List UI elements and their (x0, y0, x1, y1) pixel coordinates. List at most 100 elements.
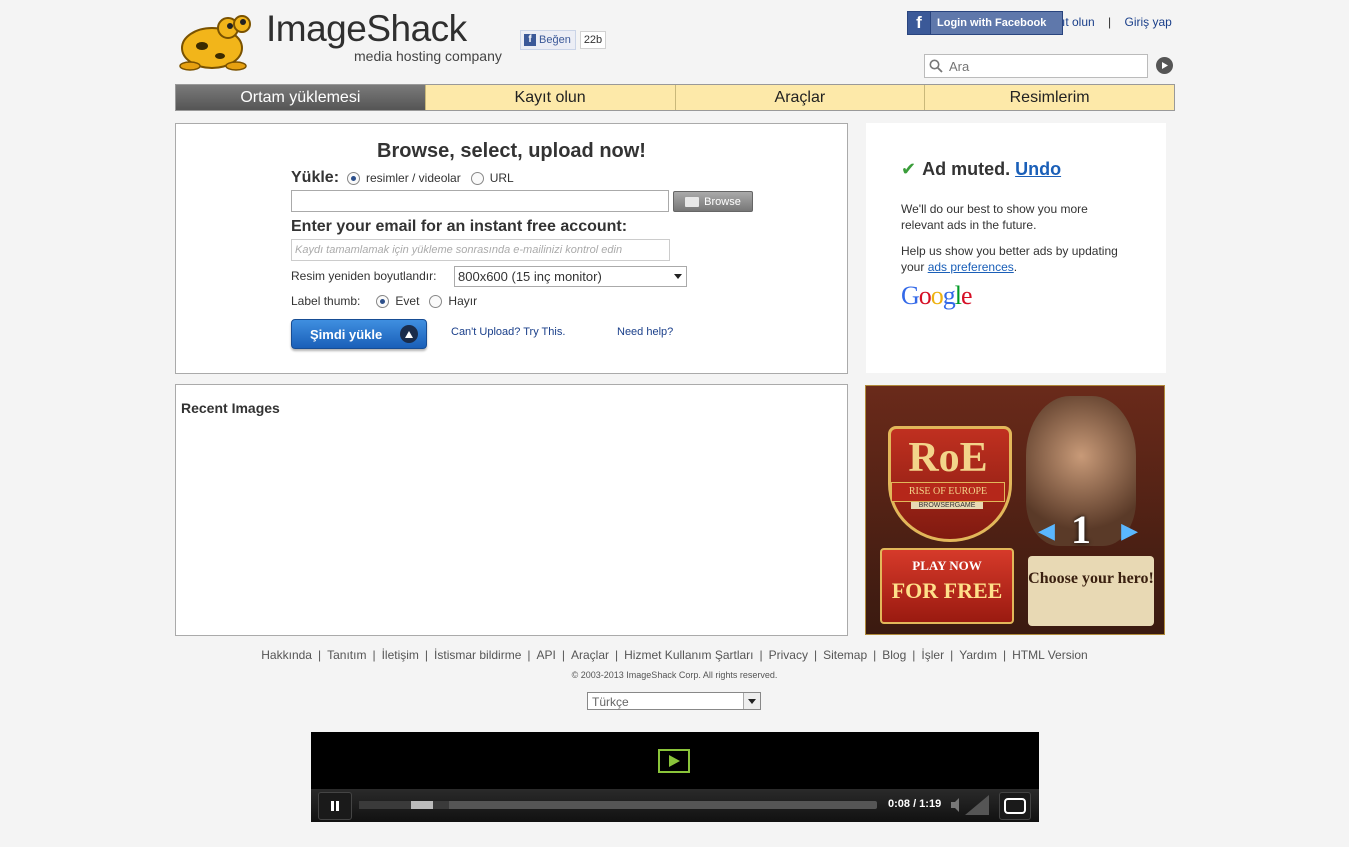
footer-link[interactable]: İstismar bildirme (434, 648, 521, 662)
footer-link[interactable]: Hakkında (261, 648, 312, 662)
radio-thumb-yes[interactable] (376, 294, 390, 308)
register-link[interactable]: ıt olun (1062, 15, 1095, 29)
ad-muted-title: Ad muted. (922, 159, 1011, 179)
player-controls: 0:08 / 1:19 (311, 789, 1039, 822)
progress-handle[interactable] (411, 801, 433, 809)
language-select-value: Türkçe (592, 695, 629, 709)
facebook-icon: f (524, 34, 536, 46)
footer-separator: | (1003, 648, 1007, 662)
facebook-login-label: Login with Facebook (937, 17, 1047, 29)
for-free-label: FOR FREE (891, 578, 1003, 603)
copyright: © 2003-2013 ImageShack Corp. All rights … (571, 670, 778, 680)
pause-button[interactable] (318, 792, 352, 820)
search-icon (925, 55, 947, 77)
footer-separator: | (813, 648, 818, 662)
upload-now-button[interactable]: Şimdi yükle (291, 319, 427, 349)
tab-media-upload[interactable]: Ortam yüklemesi (176, 85, 425, 110)
progress-buffer (359, 801, 449, 809)
video-player[interactable]: 0:08 / 1:19 (311, 732, 1039, 822)
big-play-button[interactable] (658, 749, 690, 773)
footer-separator: | (873, 648, 877, 662)
game-banner-ad[interactable]: RoE RISE OF EUROPE BROWSERGAME ◀ ▶ 1 PLAY… (865, 385, 1165, 635)
footer-link[interactable]: Sitemap (823, 648, 867, 662)
label-thumb-label: Label thumb: (291, 294, 361, 308)
upload-title: Browse, select, upload now! (377, 140, 646, 162)
search-box (924, 54, 1148, 78)
file-path-input[interactable] (291, 190, 669, 212)
footer-link[interactable]: Hizmet Kullanım Şartları (624, 648, 753, 662)
progress-track[interactable] (359, 801, 877, 809)
ad-muted-panel: ✔ Ad muted. Undo We'll do our best to sh… (866, 123, 1166, 373)
chevron-down-icon (743, 693, 760, 709)
footer-separator: | (372, 648, 376, 662)
link-separator: | (1108, 15, 1112, 29)
search-input[interactable] (947, 57, 1141, 75)
arrow-left-icon: ◀ (1038, 518, 1055, 543)
choose-hero-label: Choose your hero! (1028, 570, 1154, 587)
login-link[interactable]: Giriş yap (1125, 15, 1172, 29)
hero-number: 1 (1071, 507, 1091, 552)
need-help-link[interactable]: Need help? (617, 326, 673, 338)
upload-type-label: Yükle: (291, 169, 340, 186)
recent-images-panel: Recent Images (175, 384, 848, 636)
footer-link[interactable]: İletişim (382, 648, 419, 662)
browsergame-label: BROWSERGAME (911, 502, 983, 509)
cant-upload-link[interactable]: Can't Upload? Try This. (451, 326, 565, 338)
facebook-login-button[interactable]: f Login with Facebook (907, 11, 1063, 35)
frog-logo-icon (179, 15, 251, 71)
browse-button[interactable]: Browse (673, 191, 753, 212)
fullscreen-icon (1004, 798, 1026, 814)
facebook-like-button[interactable]: f Beğen (520, 30, 576, 50)
footer-link[interactable]: İşler (921, 648, 944, 662)
undo-link[interactable]: Undo (1015, 159, 1061, 180)
fullscreen-button[interactable] (999, 792, 1031, 820)
radio-url-label: URL (489, 171, 514, 185)
google-logo: Google (901, 281, 973, 310)
footer-link[interactable]: Privacy (769, 648, 808, 662)
tab-my-images[interactable]: Resimlerim (924, 85, 1174, 110)
radio-thumb-no-label: Hayır (448, 294, 478, 308)
footer-link[interactable]: Tanıtım (327, 648, 366, 662)
footer-link[interactable]: Blog (882, 648, 906, 662)
search-submit-button[interactable] (1156, 57, 1173, 74)
tab-tools[interactable]: Araçlar (674, 85, 925, 110)
radio-thumb-no[interactable] (429, 294, 443, 308)
play-now-label: PLAY NOW (912, 558, 982, 573)
upload-panel: Browse, select, upload now! Yükle: resim… (175, 123, 848, 374)
radio-media[interactable] (347, 171, 361, 185)
footer-separator: | (527, 648, 531, 662)
tab-register[interactable]: Kayıt olun (424, 85, 675, 110)
email-input[interactable]: Kaydı tamamlamak için yükleme sonrasında… (291, 239, 670, 261)
choose-hero-box: Choose your hero! (1028, 556, 1154, 626)
footer-link[interactable]: HTML Version (1012, 648, 1088, 662)
facebook-icon: f (908, 12, 931, 34)
footer-link[interactable]: API (537, 648, 556, 662)
ad-muted-heading: ✔ Ad muted. Undo (901, 159, 1061, 180)
ads-preferences-link[interactable]: ads preferences (928, 260, 1014, 274)
play-now-button[interactable]: PLAY NOW FOR FREE (880, 548, 1014, 624)
facebook-like-widget[interactable]: f Beğen 22b (520, 30, 607, 50)
radio-url[interactable] (470, 171, 484, 185)
imageshack-logo[interactable]: ImageShack media hosting company (176, 6, 516, 76)
footer-separator: | (912, 648, 916, 662)
resize-select[interactable]: 800x600 (15 inç monitor) (454, 266, 687, 287)
logo-text: ImageShack (266, 8, 467, 49)
ad-preferences-suffix: . (1013, 260, 1018, 274)
footer-link[interactable]: Araçlar (571, 648, 609, 662)
resize-select-value: 800x600 (15 inç monitor) (458, 269, 602, 284)
volume-icon[interactable] (951, 795, 991, 815)
logo-subtitle: media hosting company (354, 48, 502, 64)
arrow-right-icon (1162, 62, 1168, 69)
language-select[interactable]: Türkçe (587, 692, 761, 710)
ad-muted-message: We'll do our best to show you more relev… (901, 202, 1088, 232)
footer-separator: | (759, 648, 763, 662)
upload-now-label: Şimdi yükle (310, 326, 383, 342)
arrow-up-icon (400, 325, 418, 343)
facebook-like-count: 22b (579, 31, 607, 49)
footer-link[interactable]: Yardım (959, 648, 997, 662)
rise-of-europe-label: RISE OF EUROPE (891, 482, 1005, 502)
resize-label: Resim yeniden boyutlandır: (291, 269, 437, 283)
roe-logo-text: RoE (908, 435, 988, 481)
upload-type-row: Yükle: resimler / videolar URL (291, 169, 514, 187)
radio-media-label: resimler / videolar (366, 171, 461, 185)
